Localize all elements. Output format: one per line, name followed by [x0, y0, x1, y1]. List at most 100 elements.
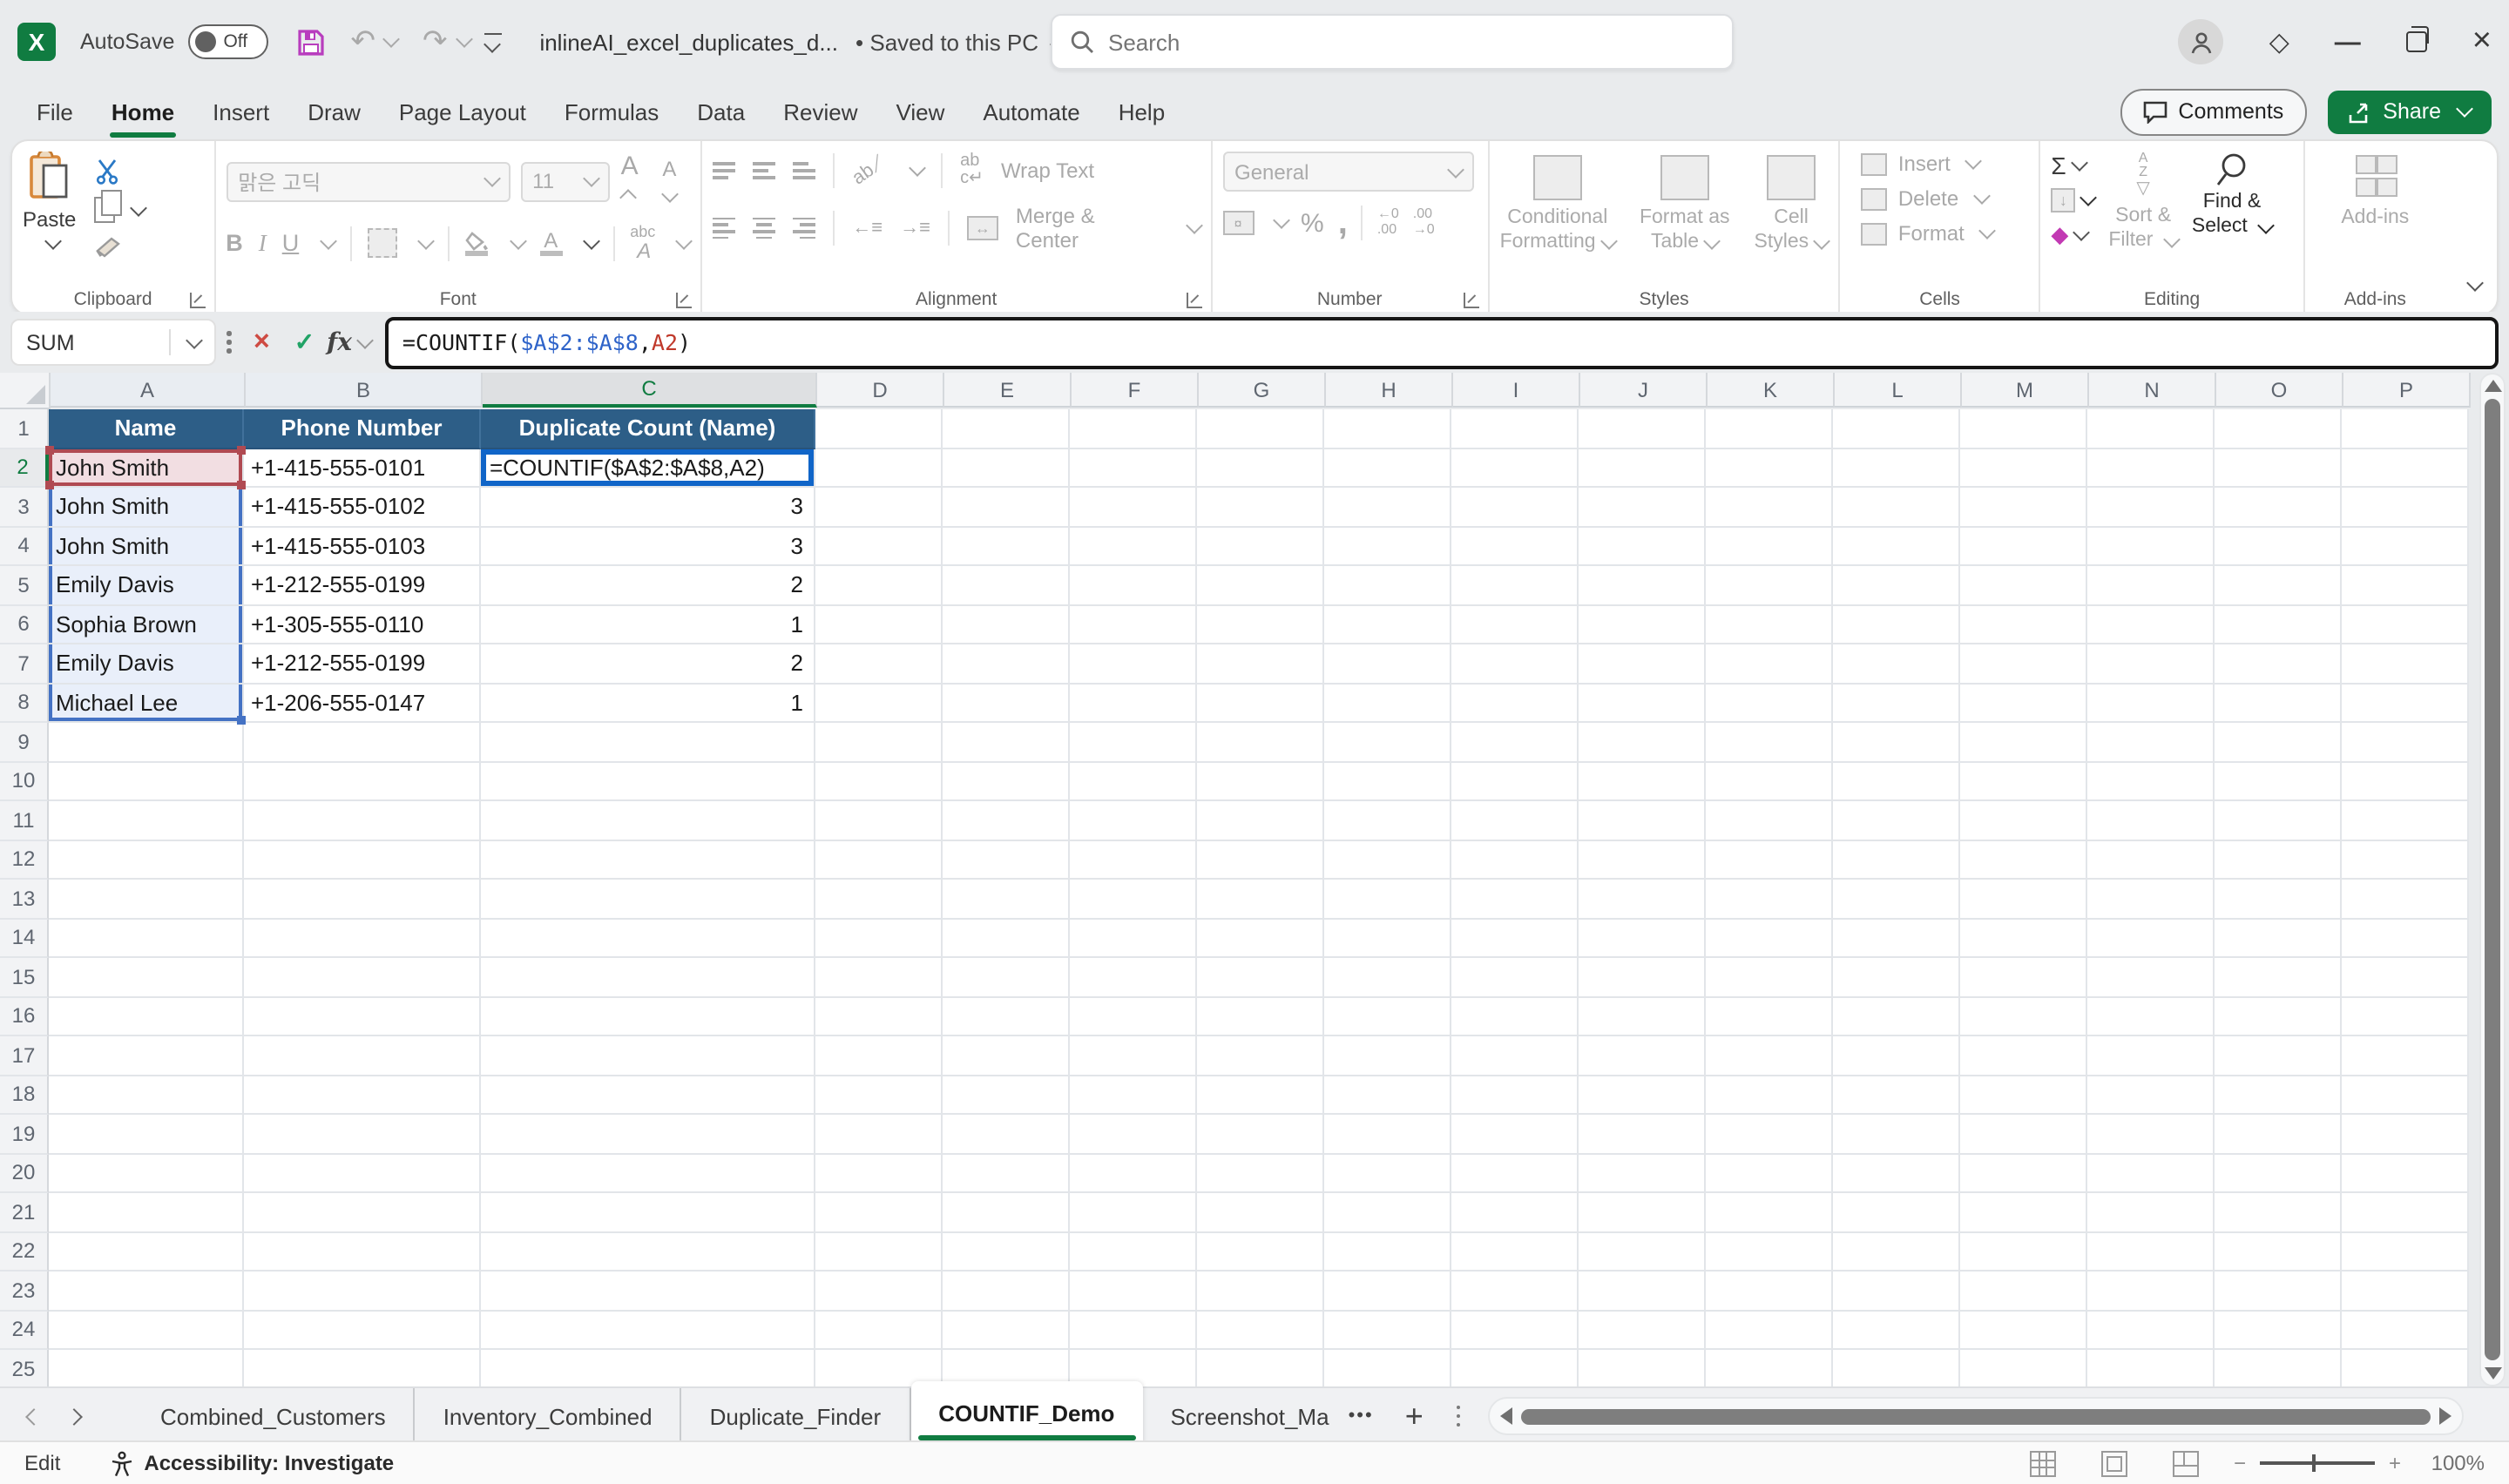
cell-K10[interactable]: [1706, 762, 1833, 801]
cell-I25[interactable]: [1451, 1350, 1579, 1389]
cell-D4[interactable]: [815, 527, 943, 566]
cell-J8[interactable]: [1579, 684, 1706, 723]
cell-J5[interactable]: [1579, 566, 1706, 605]
cell-M11[interactable]: [1960, 801, 2087, 840]
font-size-select[interactable]: 11: [520, 161, 610, 201]
borders-button[interactable]: [367, 228, 396, 258]
cell-E5[interactable]: [943, 566, 1070, 605]
cell-I19[interactable]: [1451, 1115, 1579, 1154]
cell-D9[interactable]: [815, 723, 943, 762]
cell-N4[interactable]: [2087, 527, 2215, 566]
cell-A22[interactable]: [49, 1232, 244, 1272]
cell-L19[interactable]: [1833, 1115, 1960, 1154]
cell-styles-button[interactable]: Cell Styles: [1755, 155, 1829, 256]
row-header-24[interactable]: 24: [0, 1311, 49, 1350]
find-select-button[interactable]: Find & Select: [2192, 152, 2272, 240]
row-header-4[interactable]: 4: [0, 527, 49, 566]
cell-M23[interactable]: [1960, 1272, 2087, 1311]
cell-D2[interactable]: [815, 449, 943, 488]
cell-L15[interactable]: [1833, 958, 1960, 997]
fill-color-button[interactable]: [464, 231, 489, 255]
cell-B5[interactable]: +1-212-555-0199: [244, 566, 481, 605]
cell-P22[interactable]: [2342, 1232, 2469, 1272]
cell-O13[interactable]: [2215, 880, 2342, 919]
cell-D7[interactable]: [815, 644, 943, 684]
cell-G13[interactable]: [1197, 880, 1324, 919]
cell-J23[interactable]: [1579, 1272, 1706, 1311]
cell-J19[interactable]: [1579, 1115, 1706, 1154]
sheet-options-icon[interactable]: [1457, 1406, 1461, 1427]
cell-C9[interactable]: [481, 723, 815, 762]
cell-K9[interactable]: [1706, 723, 1833, 762]
decrease-decimal-icon[interactable]: .00→0: [1413, 207, 1435, 238]
cell-C10[interactable]: [481, 762, 815, 801]
ribbon-tab-review[interactable]: Review: [764, 88, 876, 135]
cell-N14[interactable]: [2087, 919, 2215, 958]
cell-E2[interactable]: [943, 449, 1070, 488]
row-header-12[interactable]: 12: [0, 840, 49, 880]
cell-G23[interactable]: [1197, 1272, 1324, 1311]
vertical-scrollbar-thumb[interactable]: [2485, 399, 2500, 1360]
cell-P15[interactable]: [2342, 958, 2469, 997]
cell-N2[interactable]: [2087, 449, 2215, 488]
row-header-14[interactable]: 14: [0, 919, 49, 958]
cell-G9[interactable]: [1197, 723, 1324, 762]
cell-E19[interactable]: [943, 1115, 1070, 1154]
cell-A24[interactable]: [49, 1311, 244, 1350]
vertical-scrollbar[interactable]: [2479, 373, 2506, 1386]
cell-M4[interactable]: [1960, 527, 2087, 566]
cell-N3[interactable]: [2087, 488, 2215, 527]
row-header-6[interactable]: 6: [0, 605, 49, 644]
cell-J1[interactable]: [1579, 409, 1706, 449]
cell-M18[interactable]: [1960, 1076, 2087, 1115]
cell-P6[interactable]: [2342, 605, 2469, 644]
cell-O11[interactable]: [2215, 801, 2342, 840]
cell-L18[interactable]: [1833, 1076, 1960, 1115]
cell-J14[interactable]: [1579, 919, 1706, 958]
cell-N19[interactable]: [2087, 1115, 2215, 1154]
cell-C22[interactable]: [481, 1232, 815, 1272]
cell-O17[interactable]: [2215, 1036, 2342, 1076]
ribbon-tab-automate[interactable]: Automate: [964, 88, 1099, 135]
row-header-20[interactable]: 20: [0, 1154, 49, 1193]
cell-F15[interactable]: [1070, 958, 1197, 997]
cell-P14[interactable]: [2342, 919, 2469, 958]
cell-G2[interactable]: [1197, 449, 1324, 488]
cell-I5[interactable]: [1451, 566, 1579, 605]
cell-O6[interactable]: [2215, 605, 2342, 644]
cell-F5[interactable]: [1070, 566, 1197, 605]
cell-K6[interactable]: [1706, 605, 1833, 644]
column-header-O[interactable]: O: [2216, 373, 2343, 408]
cell-J9[interactable]: [1579, 723, 1706, 762]
cell-D23[interactable]: [815, 1272, 943, 1311]
cell-A13[interactable]: [49, 880, 244, 919]
cell-L23[interactable]: [1833, 1272, 1960, 1311]
cell-A5[interactable]: Emily Davis: [49, 566, 244, 605]
cell-I2[interactable]: [1451, 449, 1579, 488]
cell-D16[interactable]: [815, 997, 943, 1036]
cell-N24[interactable]: [2087, 1311, 2215, 1350]
bold-button[interactable]: B: [226, 230, 243, 256]
number-dialog-launcher[interactable]: [1463, 293, 1478, 308]
page-layout-view-icon[interactable]: [2101, 1450, 2127, 1476]
alignment-dialog-launcher[interactable]: [1186, 293, 1201, 308]
cell-D3[interactable]: [815, 488, 943, 527]
cell-A17[interactable]: [49, 1036, 244, 1076]
formula-input[interactable]: =COUNTIF($A$2:$A$8,A2): [385, 316, 2499, 368]
cell-H23[interactable]: [1324, 1272, 1451, 1311]
cell-C11[interactable]: [481, 801, 815, 840]
cell-D24[interactable]: [815, 1311, 943, 1350]
horizontal-scrollbar-thumb[interactable]: [1522, 1408, 2431, 1424]
column-header-N[interactable]: N: [2089, 373, 2216, 408]
cell-F19[interactable]: [1070, 1115, 1197, 1154]
accessibility-status[interactable]: Accessibility: Investigate: [109, 1450, 394, 1476]
conditional-formatting-button[interactable]: Conditional Formatting: [1500, 155, 1615, 256]
range-handle-red-br[interactable]: [237, 481, 246, 489]
cell-M6[interactable]: [1960, 605, 2087, 644]
cell-L11[interactable]: [1833, 801, 1960, 840]
cell-H16[interactable]: [1324, 997, 1451, 1036]
cell-I24[interactable]: [1451, 1311, 1579, 1350]
sheet-nav-right-icon[interactable]: [65, 1407, 83, 1425]
cell-I23[interactable]: [1451, 1272, 1579, 1311]
cell-C17[interactable]: [481, 1036, 815, 1076]
